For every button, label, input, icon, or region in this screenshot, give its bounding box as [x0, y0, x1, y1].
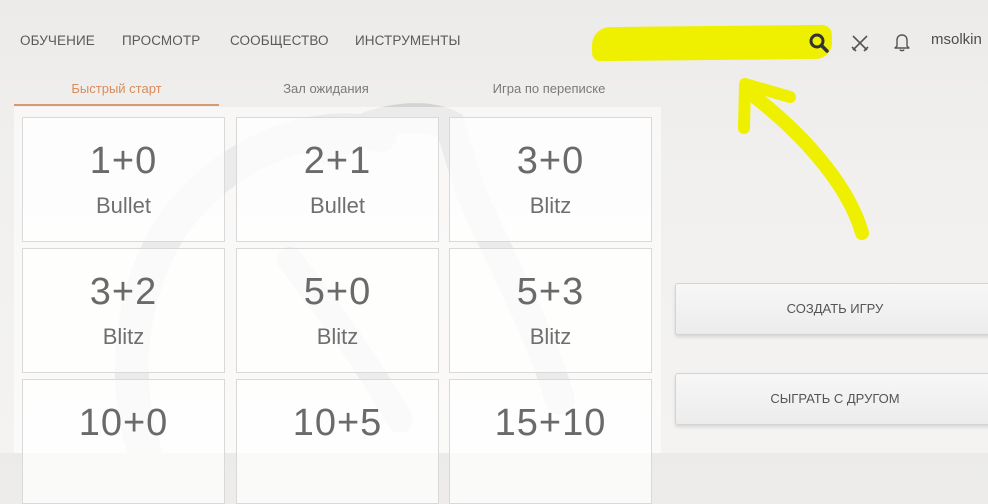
nav-community[interactable]: СООБЩЕСТВО: [230, 33, 329, 48]
pool-time: 10+0: [78, 402, 169, 444]
pool-perf: Blitz: [529, 193, 572, 218]
tab-correspondence[interactable]: Игра по переписке: [439, 76, 659, 104]
pool-3-2[interactable]: 3+2 Blitz: [22, 248, 225, 373]
pool-perf: Blitz: [102, 324, 145, 349]
tab-quick-start[interactable]: Быстрый старт: [14, 76, 219, 106]
pool-perf: Bullet: [309, 193, 366, 218]
pool-time: 3+0: [516, 140, 585, 182]
pool-5-0[interactable]: 5+0 Blitz: [236, 248, 439, 373]
nav-tools[interactable]: ИНСТРУМЕНТЫ: [355, 33, 461, 48]
username[interactable]: msolkin: [931, 31, 982, 48]
pool-5-3[interactable]: 5+3 Blitz: [449, 248, 652, 373]
nav-watch[interactable]: ПРОСМОТР: [122, 33, 200, 48]
pool-time: 1+0: [89, 140, 158, 182]
pool-1-0[interactable]: 1+0 Bullet: [22, 117, 225, 242]
pool-10-5[interactable]: 10+5: [236, 379, 439, 504]
highlight-mark: [591, 24, 833, 62]
swords-icon[interactable]: [851, 34, 869, 57]
bell-icon[interactable]: [893, 32, 911, 57]
pool-perf: Blitz: [316, 324, 359, 349]
pool-time: 2+1: [303, 140, 372, 182]
pool-2-1[interactable]: 2+1 Bullet: [236, 117, 439, 242]
lobby-tabs: Быстрый старт Зал ожидания Игра по переп…: [14, 76, 654, 106]
pool-time: 3+2: [89, 271, 158, 313]
quick-pairing-grid: 1+0 Bullet 2+1 Bullet 3+0 Blitz 3+2 Blit…: [14, 107, 661, 504]
pool-15-10[interactable]: 15+10: [449, 379, 652, 504]
search-icon[interactable]: [809, 33, 829, 58]
top-navigation: ОБУЧЕНИЕ ПРОСМОТР СООБЩЕСТВО ИНСТРУМЕНТЫ…: [0, 0, 988, 62]
tab-lobby[interactable]: Зал ожидания: [226, 76, 426, 104]
create-game-button[interactable]: СОЗДАТЬ ИГРУ: [675, 283, 988, 335]
nav-learn[interactable]: ОБУЧЕНИЕ: [20, 33, 95, 48]
pool-perf: Bullet: [95, 193, 152, 218]
pool-3-0[interactable]: 3+0 Blitz: [449, 117, 652, 242]
pool-time: 5+3: [516, 271, 585, 313]
pool-perf: Blitz: [529, 324, 572, 349]
pool-time: 10+5: [292, 402, 383, 444]
pool-time: 5+0: [303, 271, 372, 313]
pool-time: 15+10: [494, 402, 607, 444]
pool-10-0[interactable]: 10+0: [22, 379, 225, 504]
play-with-friend-button[interactable]: СЫГРАТЬ С ДРУГОМ: [675, 373, 988, 425]
